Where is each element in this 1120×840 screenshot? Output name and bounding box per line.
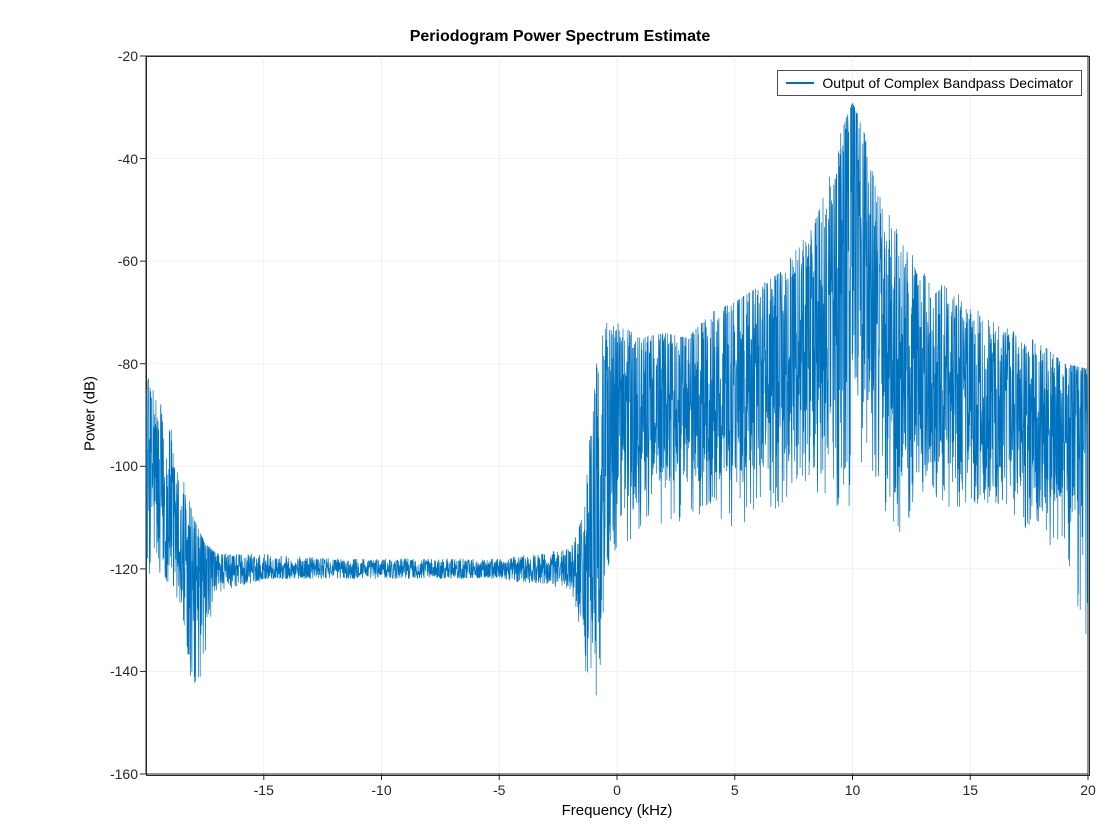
x-tick-label: 5	[731, 782, 739, 798]
plot-svg	[0, 0, 1120, 840]
x-tick-label: -10	[371, 782, 391, 798]
y-tick-label: -60	[96, 253, 138, 269]
y-tick-label: -160	[96, 766, 138, 782]
x-tick-label: 10	[845, 782, 861, 798]
x-tick-label: 15	[962, 782, 978, 798]
y-tick-label: -20	[96, 48, 138, 64]
y-tick-label: -120	[96, 561, 138, 577]
x-tick-label: 20	[1080, 782, 1096, 798]
x-tick-label: 0	[613, 782, 621, 798]
y-tick-label: -100	[96, 458, 138, 474]
y-tick-label: -80	[96, 356, 138, 372]
y-tick-label: -40	[96, 151, 138, 167]
y-tick-label: -140	[96, 663, 138, 679]
x-tick-label: -15	[254, 782, 274, 798]
x-tick-label: -5	[493, 782, 505, 798]
